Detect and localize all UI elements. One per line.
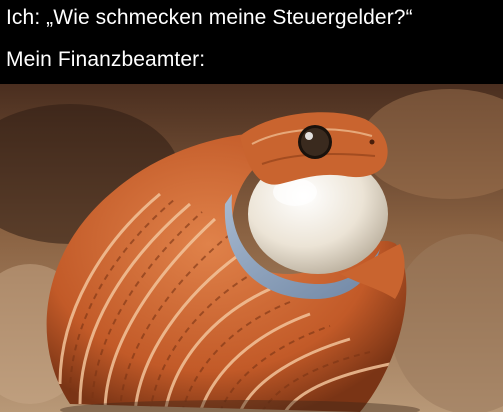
meme: Ich: „Wie schmecken meine Steuergelder?“… [0, 0, 503, 412]
caption-line-2: Mein Finanzbeamter: [6, 48, 206, 71]
caption-bar: Ich: „Wie schmecken meine Steuergelder?“… [0, 0, 503, 84]
snake-egg-photo [0, 84, 503, 412]
caption-line-1: Ich: „Wie schmecken meine Steuergelder?“ [6, 6, 413, 29]
